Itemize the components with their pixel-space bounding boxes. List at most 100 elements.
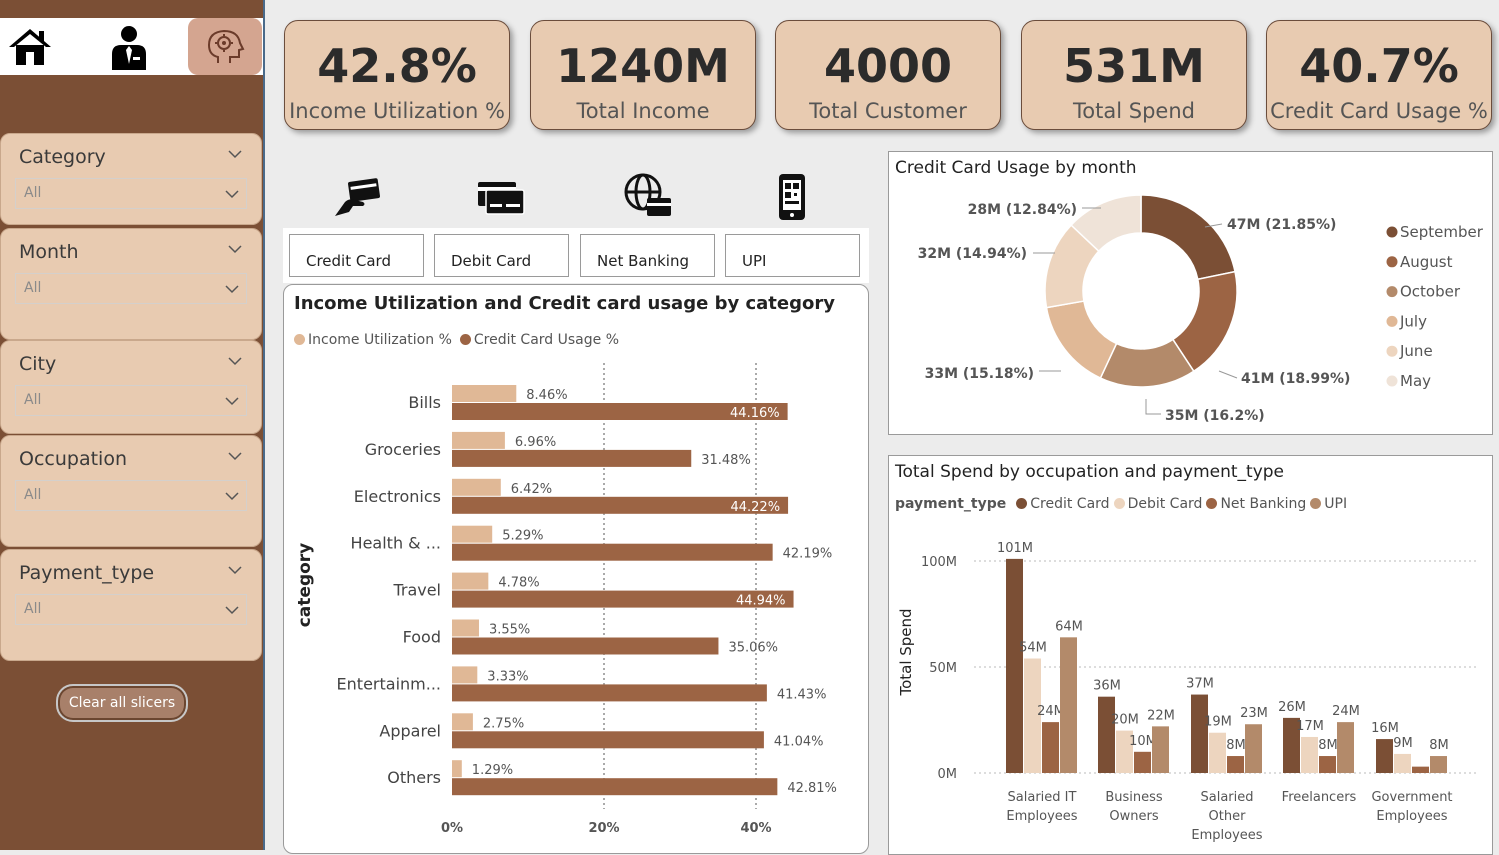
income-utilization-bar[interactable]: [452, 713, 473, 731]
kpi-card: 4000 Total Customer: [775, 20, 1001, 130]
y-tick-label: 50M: [929, 661, 957, 676]
slicer-value: All: [24, 601, 42, 617]
payment-button-net-banking[interactable]: Net Banking: [580, 234, 715, 277]
bar-data-label: 64M: [1055, 619, 1083, 634]
column-bar[interactable]: [1042, 722, 1059, 773]
y-tick-label: 100M: [921, 555, 957, 570]
chevron-down-icon: [228, 452, 242, 461]
slicer-collapse-button[interactable]: [227, 562, 243, 578]
slicer-dropdown[interactable]: All: [15, 480, 247, 511]
column-bar[interactable]: [1098, 696, 1115, 773]
column-bar[interactable]: [1060, 637, 1077, 773]
column-bar[interactable]: [1430, 756, 1447, 773]
income-utilization-bar[interactable]: [452, 666, 478, 684]
slicer-dropdown[interactable]: All: [15, 273, 247, 304]
slicer-dropdown[interactable]: All: [15, 385, 247, 416]
gear-brain-icon: [207, 29, 245, 63]
legend-label: July: [1399, 312, 1427, 330]
income-utilization-bar[interactable]: [452, 525, 493, 543]
income-utilization-bar[interactable]: [452, 619, 479, 637]
slicer-dropdown[interactable]: All: [15, 178, 247, 209]
slice-data-label: 32M (14.94%): [918, 246, 1027, 262]
income-utilization-bar[interactable]: [452, 385, 517, 402]
income-utilization-bar[interactable]: [452, 431, 505, 449]
home-button[interactable]: [0, 18, 60, 75]
column-bar[interactable]: [1209, 732, 1226, 773]
kpi-label: Total Spend: [1073, 99, 1195, 123]
bar-data-label: 22M: [1147, 708, 1175, 723]
category-label: Groceries: [365, 440, 441, 459]
bar-data-label: 9M: [1393, 736, 1413, 751]
slicer-title: Category: [19, 146, 106, 168]
payment-button-debit-card[interactable]: Debit Card: [434, 234, 569, 277]
income-utilization-bar[interactable]: [452, 572, 489, 590]
bar-data-label: 54M: [1019, 641, 1047, 656]
credit-card-usage-bar[interactable]: [452, 684, 767, 702]
net-banking-globe-icon: [624, 173, 671, 216]
column-bar[interactable]: [1301, 736, 1318, 773]
slice-data-label: 41M (18.99%): [1241, 371, 1350, 387]
bar-data-label: 17M: [1296, 719, 1324, 734]
payment-button-credit-card[interactable]: Credit Card: [289, 234, 424, 277]
bar-data-label: 101M: [997, 541, 1033, 556]
payment-button-upi[interactable]: UPI: [725, 234, 860, 277]
insights-button[interactable]: [188, 18, 262, 75]
x-tick-label: 20%: [588, 821, 619, 836]
kpi-label: Total Income: [576, 99, 710, 123]
donut-slice-july[interactable]: [1045, 300, 1118, 380]
bar-data-label: 44.94%: [736, 594, 786, 609]
bar-data-label: 37M: [1186, 677, 1214, 692]
column-bar[interactable]: [1152, 726, 1169, 773]
payment-button-label: Net Banking: [597, 252, 689, 270]
credit-card-usage-bar[interactable]: [452, 778, 778, 796]
top-nav: [0, 18, 263, 75]
slicer-collapse-button[interactable]: [227, 146, 243, 162]
column-bar[interactable]: [1134, 751, 1151, 773]
slicer-title: Month: [19, 241, 79, 263]
person-button[interactable]: [99, 18, 159, 75]
slicer-collapse-button[interactable]: [227, 448, 243, 464]
column-bar[interactable]: [1412, 766, 1429, 773]
month-donut-panel: Credit Card Usage by month 47M (21.85%) 4…: [888, 151, 1493, 435]
kpi-value: 4000: [823, 39, 953, 93]
month-donut-chart: 47M (21.85%) 41M (18.99%) 35M (16.2%) 33M (…: [918, 194, 1484, 424]
legend-dot: [1386, 256, 1398, 268]
legend-dot: [1386, 345, 1398, 357]
kpi-card: 40.7% Credit Card Usage %: [1266, 20, 1492, 130]
slicer-collapse-button[interactable]: [227, 353, 243, 369]
category-label: Freelancers: [1282, 790, 1357, 805]
income-utilization-bar[interactable]: [452, 760, 462, 778]
slicer-collapse-button[interactable]: [227, 241, 243, 257]
occupation-column-chart: 0M 50M 100M Total Spend 101M 54M 24M 64M Salarie…: [897, 541, 1479, 843]
credit-card-usage-bar[interactable]: [452, 543, 773, 561]
slice-data-label: 35M (16.2%): [1165, 408, 1265, 424]
category-label: Employees: [1376, 809, 1447, 824]
credit-card-usage-bar[interactable]: [452, 731, 764, 749]
slicer-dropdown[interactable]: All: [15, 594, 247, 625]
credit-card-usage-bar[interactable]: [452, 637, 719, 655]
bar-data-label: 36M: [1093, 679, 1121, 694]
category-label: Business: [1105, 790, 1163, 805]
slicer-payment-type: Payment_type All: [0, 549, 262, 661]
column-bar[interactable]: [1319, 756, 1336, 773]
income-utilization-bar[interactable]: [452, 478, 501, 496]
column-bar[interactable]: [1337, 722, 1354, 773]
bar-data-label: 20M: [1111, 713, 1139, 728]
clear-slicers-button[interactable]: Clear all slicers: [56, 684, 188, 722]
category-label: Travel: [392, 581, 441, 600]
column-bar[interactable]: [1245, 724, 1262, 773]
category-label: Other: [1209, 809, 1247, 824]
bar-data-label: 6.42%: [511, 482, 552, 497]
legend-label: October: [1400, 283, 1461, 301]
column-bar[interactable]: [1006, 558, 1023, 773]
donut-slice-september[interactable]: [1140, 194, 1236, 281]
clear-slicers-label: Clear all slicers: [68, 695, 176, 711]
credit-card-usage-bar[interactable]: [452, 449, 692, 467]
legend-dot: [1386, 375, 1398, 387]
column-bar[interactable]: [1191, 694, 1208, 773]
column-bar[interactable]: [1376, 739, 1393, 773]
occupation-chart-panel: Total Spend by occupation and payment_ty…: [888, 455, 1493, 855]
column-bar[interactable]: [1227, 756, 1244, 773]
slicer-value: All: [24, 280, 42, 296]
column-bar[interactable]: [1394, 753, 1411, 773]
